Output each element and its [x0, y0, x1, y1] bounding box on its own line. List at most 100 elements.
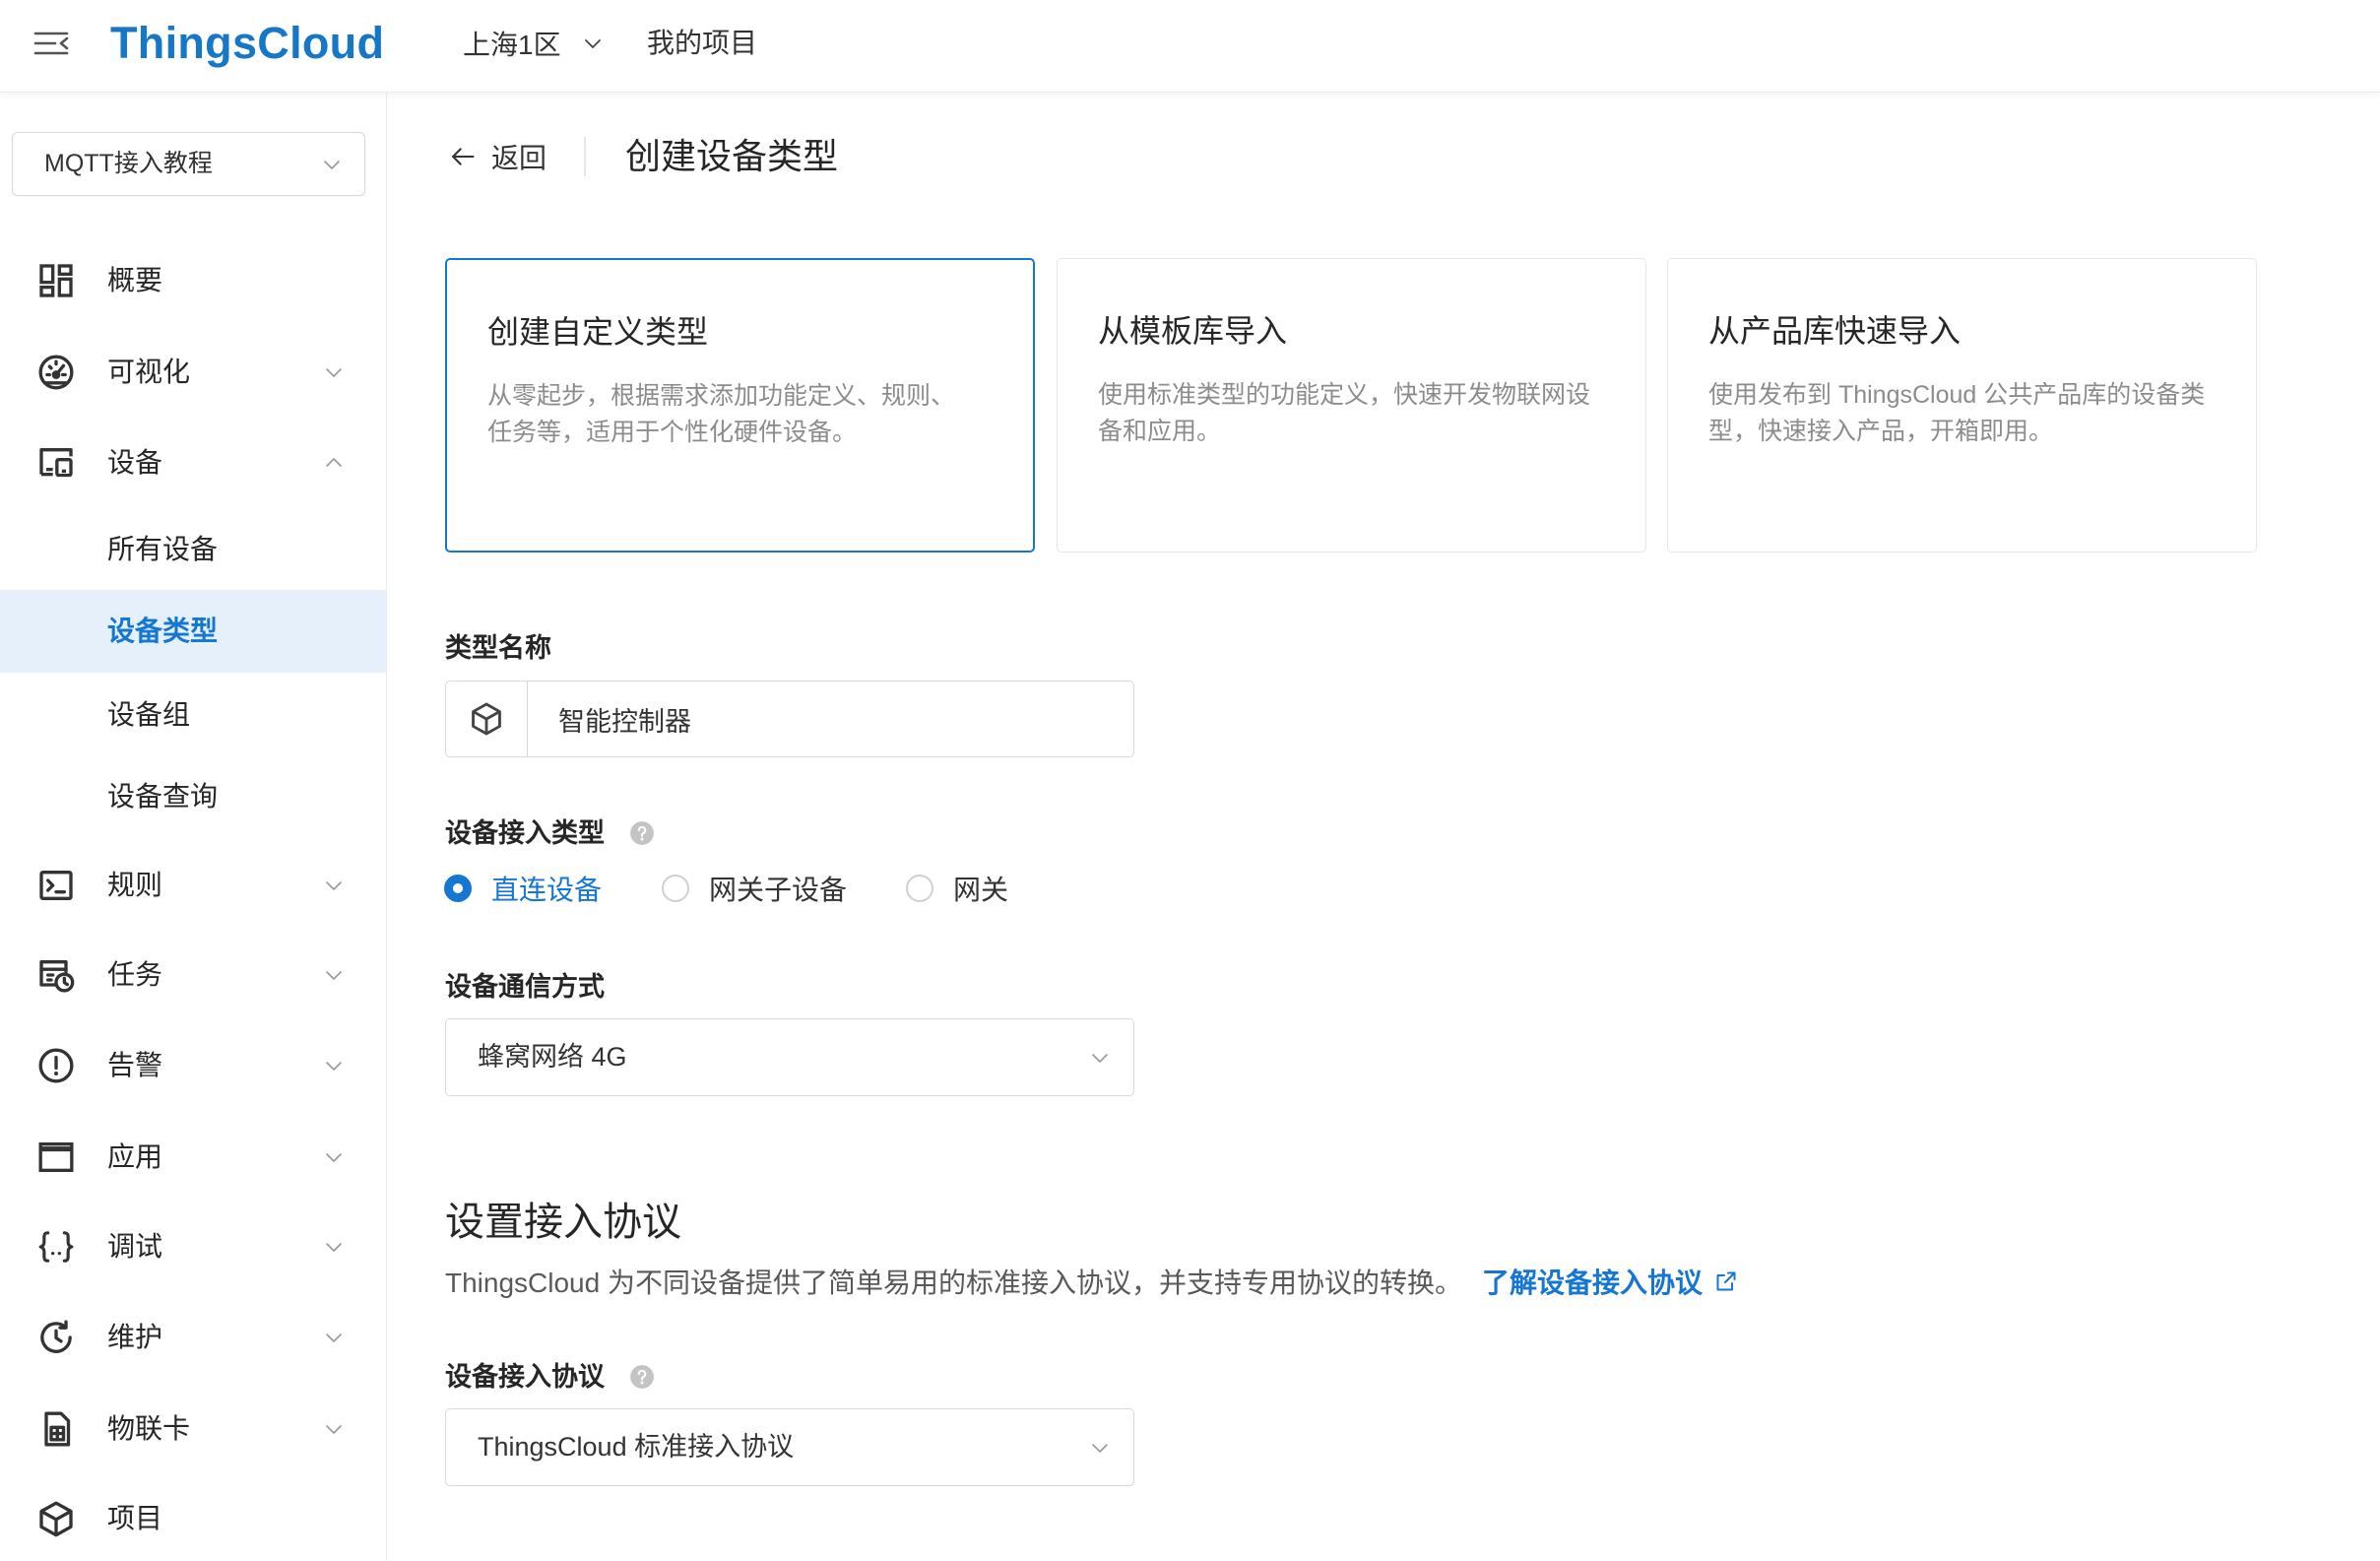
back-button[interactable]: 返回: [449, 138, 547, 175]
type-name-input-group: [445, 681, 1134, 757]
communication-select-value: 蜂窝网络 4G: [478, 1042, 627, 1072]
sidebar-item-device-groups[interactable]: 设备组: [0, 674, 386, 756]
protocol-section-title: 设置接入协议: [445, 1201, 681, 1244]
access-type-radio-group: 直连设备 网关子设备 网关: [444, 871, 1055, 906]
radio-button[interactable]: [906, 875, 933, 902]
chevron-down-icon: [322, 1417, 346, 1441]
radio-button[interactable]: [662, 875, 689, 902]
chevron-down-icon: [322, 1326, 346, 1349]
sidebar-item-iot-card[interactable]: 物联卡: [0, 1388, 386, 1470]
task-icon: [36, 955, 76, 995]
radio-gateway[interactable]: 网关: [906, 871, 1008, 906]
protocol-select-value: ThingsCloud 标准接入协议: [478, 1432, 795, 1462]
option-card-title: 创建自定义类型: [487, 314, 709, 350]
learn-protocol-link[interactable]: 了解设备接入协议: [1482, 1262, 1703, 1301]
option-card-template[interactable]: 从模板库导入 使用标准类型的功能定义，快速开发物联网设备和应用。: [1057, 258, 1646, 553]
sidebar-item-device-types[interactable]: 设备类型: [0, 590, 386, 673]
sidebar-item-label: 维护: [107, 1322, 163, 1352]
radio-gateway-sub-device[interactable]: 网关子设备: [662, 871, 847, 906]
sidebar-item-rules[interactable]: 规则: [0, 844, 386, 927]
option-card-description: 从零起步，根据需求添加功能定义、规则、任务等，适用于个性化硬件设备。: [487, 382, 956, 446]
braces-icon: [36, 1227, 76, 1267]
type-name-label: 类型名称: [445, 633, 551, 663]
sidebar-item-apps[interactable]: 应用: [0, 1116, 386, 1199]
maintenance-icon: [36, 1318, 76, 1357]
chevron-down-icon: [322, 1145, 346, 1169]
cube-icon: [36, 1499, 76, 1538]
sidebar-item-label: 物联卡: [107, 1413, 191, 1444]
chevron-down-icon: [322, 360, 346, 384]
protocol-label: 设备接入协议: [445, 1362, 605, 1392]
option-card-title: 从模板库导入: [1098, 313, 1288, 349]
sidebar-item-label: 告警: [107, 1050, 163, 1080]
option-card-custom[interactable]: 创建自定义类型 从零起步，根据需求添加功能定义、规则、任务等，适用于个性化硬件设…: [445, 258, 1035, 553]
sidebar-subitem-label: 设备类型: [107, 616, 219, 646]
protocol-select[interactable]: ThingsCloud 标准接入协议: [445, 1408, 1134, 1486]
window-icon: [36, 1138, 76, 1177]
sidebar-subitem-label: 设备组: [107, 699, 191, 730]
sidebar-item-alerts[interactable]: 告警: [0, 1024, 386, 1107]
sidebar-item-all-devices[interactable]: 所有设备: [0, 508, 386, 591]
radio-direct-device[interactable]: 直连设备: [444, 871, 602, 906]
sidebar-item-label: 项目: [107, 1503, 163, 1533]
radio-label: 直连设备: [491, 875, 603, 905]
sidebar-item-overview[interactable]: 概要: [0, 239, 386, 322]
alert-icon: [36, 1046, 76, 1085]
page-title: 创建设备类型: [625, 136, 839, 176]
chevron-down-icon: [581, 32, 605, 55]
sidebar: MQTT接入教程 概要 可视化 设备 所有设备 设备类型 设备组 设备查询 规则…: [0, 93, 387, 1561]
question-circle-icon[interactable]: [629, 1364, 655, 1390]
region-label: 上海1区: [463, 30, 561, 60]
dashboard-icon: [36, 261, 76, 300]
device-icon: [36, 443, 76, 483]
communication-select[interactable]: 蜂窝网络 4G: [445, 1018, 1134, 1096]
radio-label: 网关子设备: [709, 875, 848, 905]
sidebar-item-devices[interactable]: 设备: [0, 422, 386, 504]
question-circle-icon[interactable]: [629, 820, 655, 846]
logo[interactable]: ThingsCloud: [110, 0, 384, 87]
type-name-input[interactable]: [528, 682, 1133, 756]
chevron-down-icon: [1088, 1436, 1112, 1460]
protocol-description-text: ThingsCloud 为不同设备提供了简单易用的标准接入协议，并支持专用协议的…: [445, 1268, 1462, 1298]
sidebar-item-tasks[interactable]: 任务: [0, 934, 386, 1016]
radio-label: 网关: [953, 875, 1009, 905]
option-card-title: 从产品库快速导入: [1708, 313, 1962, 349]
radio-button[interactable]: [444, 875, 472, 902]
sidebar-item-label: 可视化: [107, 357, 191, 387]
sidebar-item-visualization[interactable]: 可视化: [0, 331, 386, 414]
protocol-section-description: ThingsCloud 为不同设备提供了简单易用的标准接入协议，并支持专用协议的…: [445, 1263, 1738, 1300]
external-link-icon[interactable]: [1714, 1269, 1738, 1293]
sidebar-item-projects[interactable]: 项目: [0, 1477, 386, 1560]
sidebar-item-label: 规则: [107, 870, 163, 900]
option-card-product-library[interactable]: 从产品库快速导入 使用发布到 ThingsCloud 公共产品库的设备类型，快速…: [1667, 258, 2257, 553]
sidebar-item-debug[interactable]: 调试: [0, 1205, 386, 1288]
option-card-description: 使用标准类型的功能定义，快速开发物联网设备和应用。: [1098, 381, 1591, 445]
access-type-label: 设备接入类型: [445, 818, 605, 848]
my-projects-link[interactable]: 我的项目: [647, 0, 757, 87]
sidebar-subitem-label: 所有设备: [107, 534, 219, 564]
back-label: 返回: [491, 143, 547, 173]
chevron-up-icon: [322, 451, 346, 475]
arrow-left-icon: [449, 143, 477, 170]
sidebar-item-label: 概要: [107, 265, 163, 295]
sidebar-subitem-label: 设备查询: [107, 781, 219, 812]
top-header: ThingsCloud 上海1区 我的项目: [0, 0, 2380, 93]
title-divider: [584, 137, 586, 176]
option-card-description: 使用发布到 ThingsCloud 公共产品库的设备类型，快速接入产品，开箱即用…: [1708, 381, 2206, 445]
cube-icon: [446, 682, 528, 756]
terminal-icon: [36, 866, 76, 905]
chevron-down-icon: [322, 1235, 346, 1259]
sidebar-item-device-query[interactable]: 设备查询: [0, 755, 386, 838]
region-selector[interactable]: 上海1区: [463, 0, 605, 87]
chevron-down-icon: [322, 874, 346, 897]
chevron-down-icon: [322, 963, 346, 987]
sidebar-item-label: 应用: [107, 1141, 163, 1172]
communication-label: 设备通信方式: [445, 972, 605, 1002]
sidebar-item-maintenance[interactable]: 维护: [0, 1296, 386, 1379]
sidebar-item-label: 调试: [107, 1231, 163, 1262]
project-select[interactable]: MQTT接入教程: [12, 132, 365, 196]
sidebar-item-label: 任务: [107, 959, 163, 990]
sidebar-item-label: 设备: [107, 447, 163, 478]
menu-fold-icon[interactable]: [32, 30, 72, 57]
chevron-down-icon: [1088, 1046, 1112, 1070]
